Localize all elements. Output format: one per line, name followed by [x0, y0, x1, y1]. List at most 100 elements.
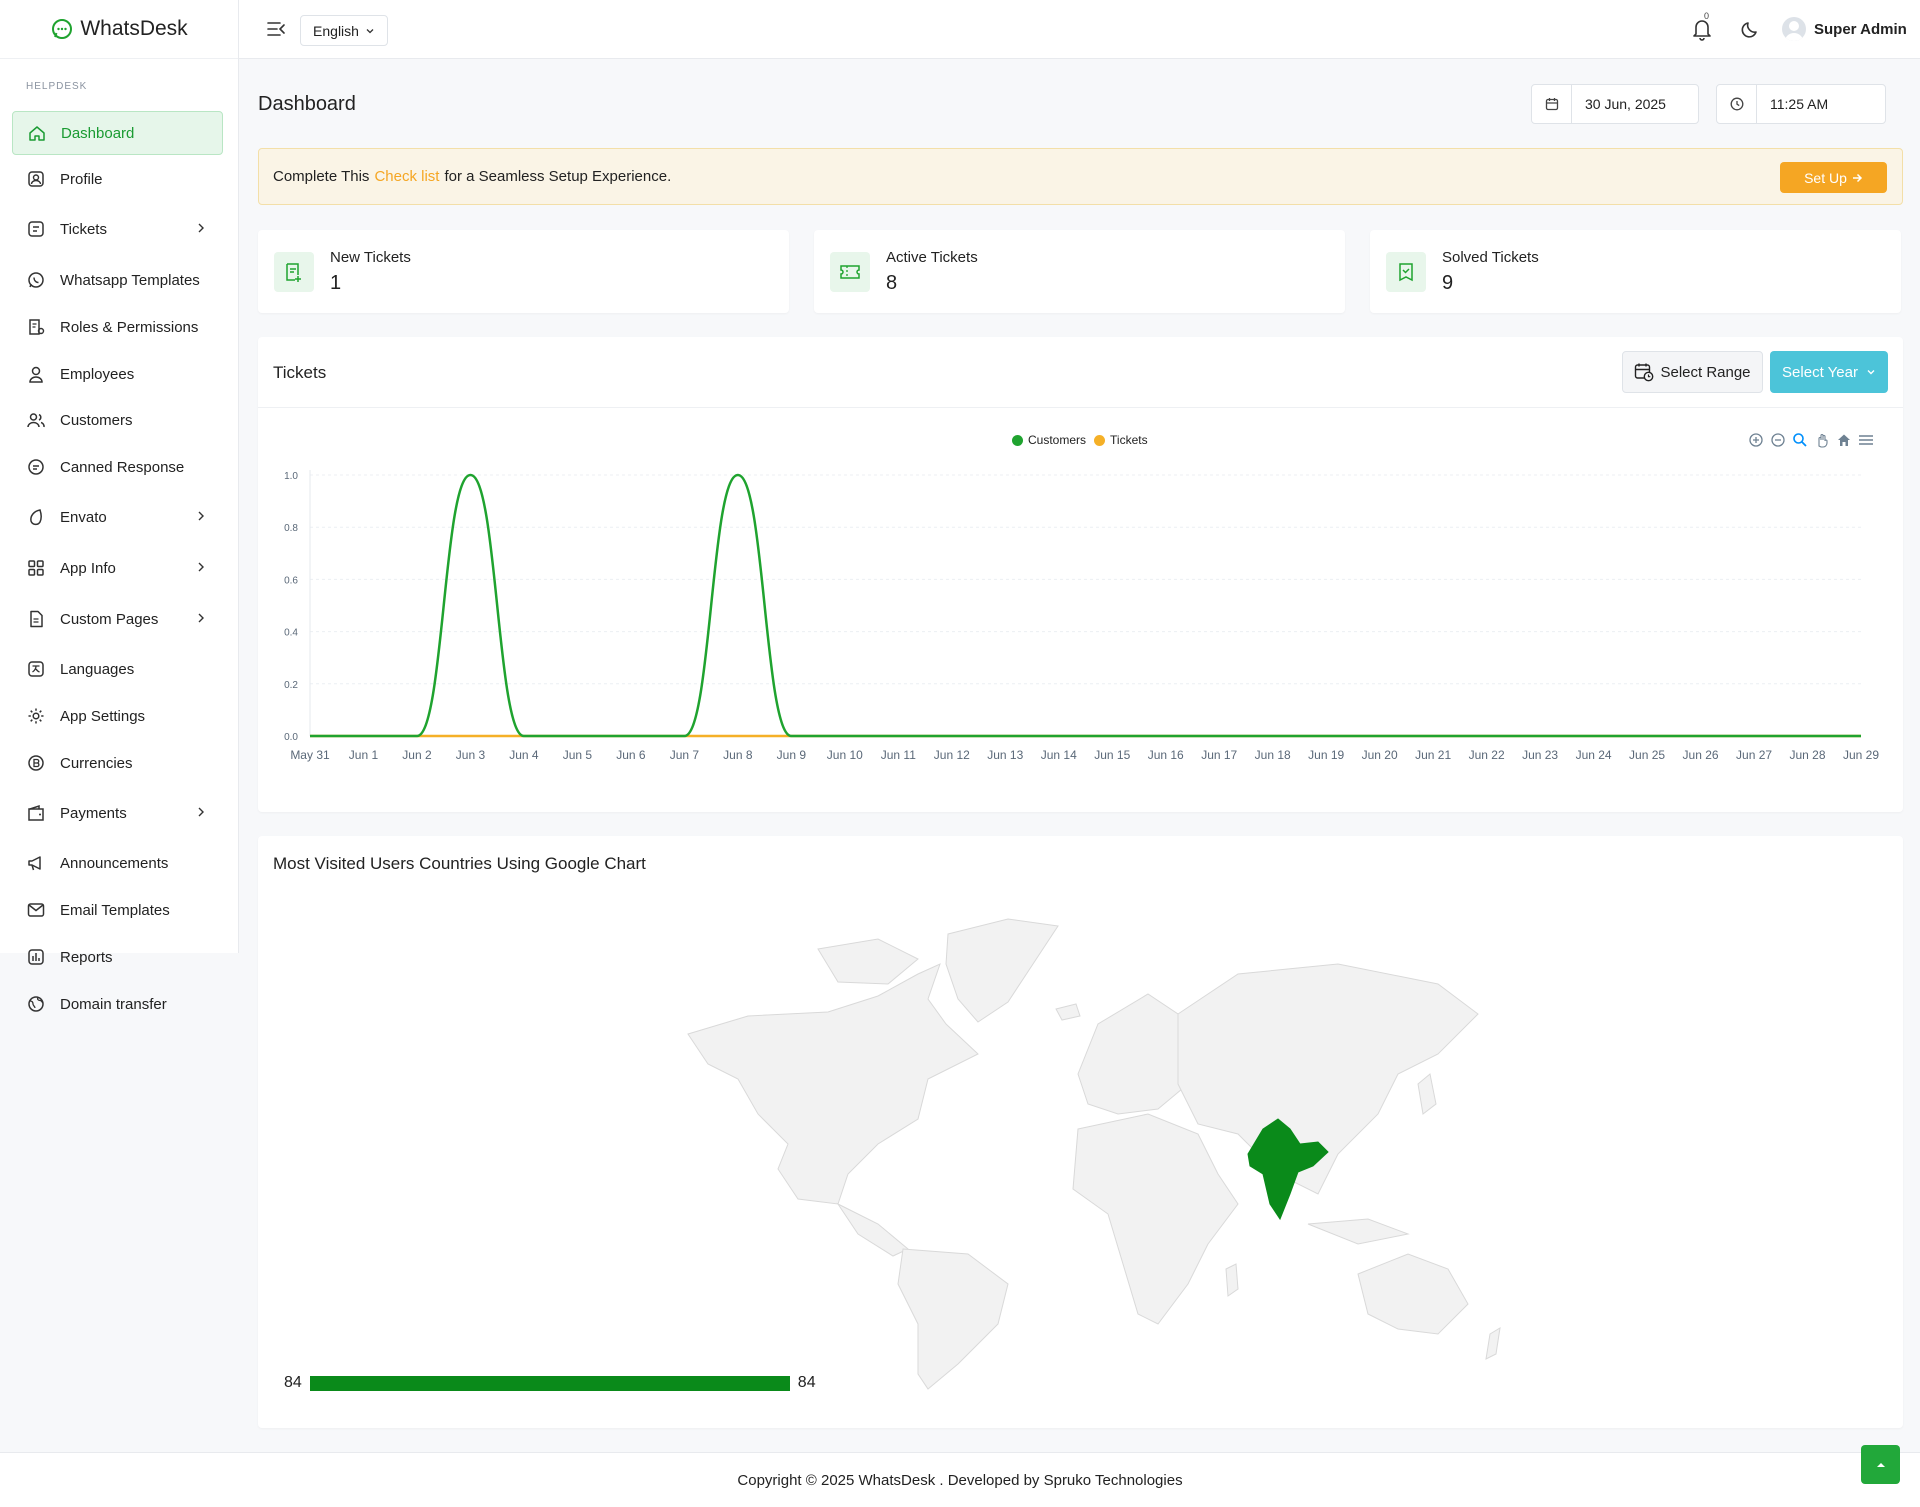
- sidebar-item-currencies[interactable]: Currencies: [12, 741, 223, 785]
- card-title: Tickets: [273, 363, 327, 382]
- x-tick-label: Jun 8: [723, 748, 753, 762]
- x-tick-label: Jun 25: [1629, 748, 1665, 762]
- active-ticket-icon: [830, 252, 870, 292]
- madagascar-shape: [1225, 1263, 1239, 1297]
- sidebar-item-label: Custom Pages: [60, 610, 159, 628]
- sidebar-item-app-settings[interactable]: App Settings: [12, 694, 223, 738]
- y-tick-label: 0.0: [284, 732, 298, 743]
- customers-icon: [26, 410, 46, 430]
- back-to-top-button[interactable]: [1861, 1445, 1900, 1484]
- sidebar-item-announcements[interactable]: Announcements: [12, 841, 223, 885]
- scale-min: 84: [284, 1374, 302, 1391]
- setup-button-label: Set Up: [1804, 169, 1847, 186]
- zoom-select-icon[interactable]: [1792, 432, 1808, 448]
- pan-hand-icon[interactable]: [1814, 432, 1830, 448]
- x-tick-label: Jun 4: [509, 748, 539, 762]
- checklist-link[interactable]: Check list: [374, 168, 439, 185]
- avatar: [1782, 17, 1806, 41]
- user-menu[interactable]: Super Admin: [1782, 17, 1907, 41]
- x-tick-label: Jun 7: [670, 748, 700, 762]
- setup-button[interactable]: Set Up: [1780, 162, 1887, 193]
- x-tick-label: Jun 11: [881, 748, 916, 762]
- x-tick-label: Jun 19: [1308, 748, 1344, 762]
- home-icon: [27, 123, 47, 143]
- sidebar-item-employees[interactable]: Employees: [12, 352, 223, 396]
- stat-value: 8: [886, 272, 898, 294]
- zoom-in-icon[interactable]: [1748, 432, 1764, 448]
- sidebar-item-customers[interactable]: Customers: [12, 398, 223, 442]
- sidebar-item-custom-pages[interactable]: Custom Pages: [12, 597, 223, 641]
- sidebar-item-dashboard[interactable]: Dashboard: [12, 111, 223, 155]
- brand[interactable]: WhatsDesk: [0, 0, 238, 59]
- legend-label: Customers: [1028, 433, 1087, 447]
- sidebar-item-envato[interactable]: Envato: [12, 495, 223, 539]
- sidebar-item-reports[interactable]: Reports: [12, 935, 223, 979]
- x-tick-label: Jun 18: [1255, 748, 1291, 762]
- setup-alert: Complete This Check list for a Seamless …: [258, 148, 1903, 205]
- asia-shape: [1177, 963, 1479, 1195]
- x-tick-label: Jun 9: [777, 748, 807, 762]
- sidebar-item-email-templates[interactable]: Email Templates: [12, 888, 223, 932]
- tickets-chart-card: Tickets Select Range Select Year Custome…: [258, 337, 1903, 812]
- legend-item[interactable]: Tickets: [1094, 433, 1148, 447]
- sidebar-item-app-info[interactable]: App Info: [12, 546, 223, 590]
- sidebar-item-tickets[interactable]: Tickets: [12, 207, 223, 251]
- chevron-right-icon: [195, 221, 207, 235]
- stat-value: 9: [1442, 272, 1454, 294]
- moon-icon[interactable]: [1739, 19, 1761, 41]
- greenland-shape: [945, 918, 1059, 1023]
- sidebar-item-label: Reports: [60, 948, 113, 966]
- legend-item[interactable]: Customers: [1012, 433, 1086, 447]
- stat-value: 1: [330, 272, 342, 294]
- footer-copyright: Copyright © 2025 WhatsDesk . Developed b…: [737, 1471, 1183, 1489]
- megaphone-icon: [26, 853, 46, 873]
- y-tick-label: 0.6: [284, 575, 298, 586]
- x-tick-label: Jun 16: [1148, 748, 1184, 762]
- chart-toolbar: [1748, 432, 1874, 448]
- language-select[interactable]: English: [300, 15, 388, 46]
- brand-name: WhatsDesk: [80, 17, 188, 40]
- bell-icon[interactable]: [1691, 17, 1713, 41]
- time-value: 11:25 AM: [1770, 96, 1829, 112]
- sidebar-item-label: Dashboard: [61, 124, 135, 142]
- sidebar-item-domain-transfer[interactable]: Domain transfer: [12, 982, 223, 1026]
- top-header: English 0 Super Admin: [239, 0, 1920, 59]
- mail-icon: [26, 900, 46, 920]
- select-year-label: Select Year: [1782, 363, 1858, 381]
- sidebar-item-whatsapp-templates[interactable]: Whatsapp Templates: [12, 258, 223, 302]
- time-picker[interactable]: 11:25 AM: [1716, 84, 1886, 124]
- nav-section-title: HELPDESK: [26, 81, 88, 92]
- sidebar-item-languages[interactable]: Languages: [12, 647, 223, 691]
- profile-icon: [26, 169, 46, 189]
- language-icon: [26, 659, 46, 679]
- user-name: Super Admin: [1814, 20, 1907, 38]
- chart-legend: Customers Tickets: [1012, 433, 1148, 447]
- sidebar-item-canned-response[interactable]: Canned Response: [12, 445, 223, 489]
- employee-icon: [26, 364, 46, 384]
- x-tick-label: Jun 22: [1469, 748, 1505, 762]
- y-tick-label: 0.2: [284, 680, 298, 691]
- zoom-out-icon[interactable]: [1770, 432, 1786, 448]
- sidebar-item-label: Profile: [60, 170, 103, 188]
- reset-home-icon[interactable]: [1836, 432, 1852, 448]
- sidebar-item-profile[interactable]: Profile: [12, 157, 223, 201]
- x-tick-label: Jun 29: [1843, 748, 1879, 762]
- indonesia-shape: [1307, 1218, 1410, 1245]
- alert-prefix: Complete This: [273, 168, 370, 185]
- y-tick-label: 0.8: [284, 523, 298, 534]
- sidebar-item-label: App Settings: [60, 707, 146, 725]
- date-picker[interactable]: 30 Jun, 2025: [1531, 84, 1699, 124]
- menu-toggle-icon[interactable]: [266, 20, 286, 38]
- sidebar-item-label: Domain transfer: [60, 995, 167, 1013]
- scale-bar: [309, 1375, 790, 1391]
- select-range-button[interactable]: Select Range: [1622, 351, 1763, 393]
- sidebar-item-label: Envato: [60, 508, 107, 526]
- select-year-button[interactable]: Select Year: [1770, 351, 1888, 393]
- menu-icon[interactable]: [1858, 432, 1874, 448]
- sidebar-item-roles-permissions[interactable]: Roles & Permissions: [12, 305, 223, 349]
- countries-map-card: Most Visited Users Countries Using Googl…: [258, 836, 1903, 1428]
- sidebar-item-payments[interactable]: Payments: [12, 791, 223, 835]
- series-line-customers: [309, 473, 1861, 738]
- select-range-label: Select Range: [1660, 363, 1751, 381]
- sidebar-item-label: Announcements: [60, 854, 169, 872]
